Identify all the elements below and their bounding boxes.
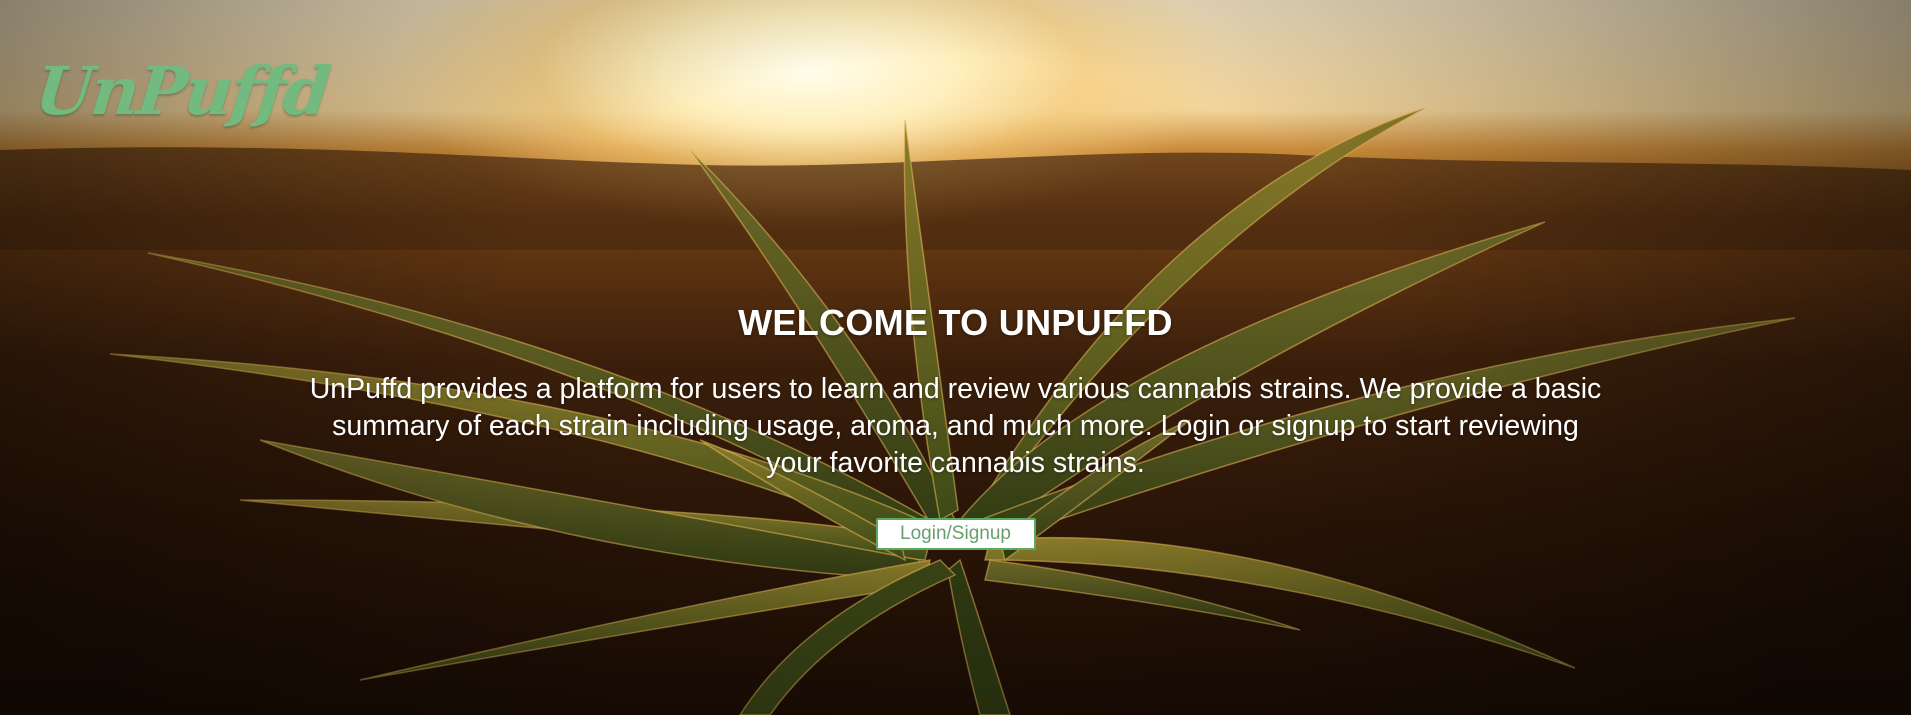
brand-logo[interactable]: UnPuffd bbox=[32, 52, 332, 130]
hero-description: UnPuffd provides a platform for users to… bbox=[309, 373, 1602, 479]
hero-content: WELCOME TO UNPUFFD UnPuffd provides a pl… bbox=[0, 298, 1911, 550]
hero-section: UnPuffd WELCOME TO UNPUFFD UnPuffd provi… bbox=[0, 0, 1911, 715]
hero-title: WELCOME TO UNPUFFD bbox=[738, 302, 1173, 343]
login-signup-button[interactable]: Login/Signup bbox=[875, 518, 1036, 550]
